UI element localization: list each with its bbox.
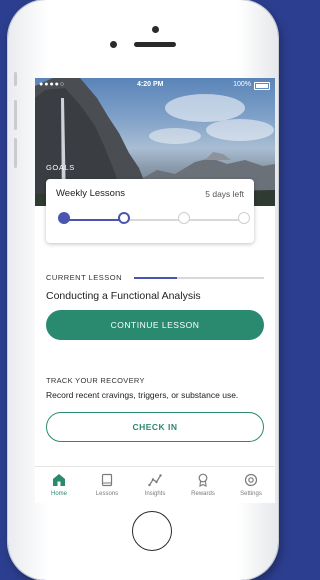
- mute-switch: [14, 72, 17, 86]
- goal-progress-node: [178, 212, 190, 224]
- volume-down-button: [14, 138, 17, 168]
- home-icon: [53, 474, 65, 486]
- lesson-title: Conducting a Functional Analysis: [46, 290, 201, 302]
- signal-strength: ●●●●○: [39, 81, 66, 88]
- award-icon: [198, 473, 208, 487]
- track-recovery-description: Record recent cravings, triggers, or sub…: [46, 390, 239, 400]
- status-bar: ●●●●○ 4:20 PM 100%: [35, 78, 275, 92]
- continue-lesson-button[interactable]: CONTINUE LESSON: [46, 310, 264, 340]
- tab-settings[interactable]: Settings: [227, 467, 275, 503]
- tab-lessons[interactable]: Lessons: [83, 467, 131, 503]
- lesson-progress-bar: [134, 277, 264, 279]
- goal-progress-segment: [64, 219, 124, 221]
- tab-settings-label: Settings: [240, 491, 262, 497]
- lesson-progress-fill: [134, 277, 177, 279]
- volume-up-button: [14, 100, 17, 130]
- battery-percent: 100%: [233, 81, 251, 88]
- bottom-tab-bar: Home Lessons Insights Rewards Settings: [35, 466, 275, 503]
- goal-progress-node: [238, 212, 250, 224]
- goal-progress-node: [118, 212, 130, 224]
- track-recovery-label: TRACK YOUR RECOVERY: [46, 376, 145, 385]
- book-icon: [101, 473, 113, 487]
- phone-frame: ●●●●○ 4:20 PM 100% GOALS Weekly Lessons …: [8, 0, 278, 580]
- chart-icon: [148, 474, 162, 487]
- goal-card-title: Weekly Lessons: [56, 188, 125, 199]
- tab-insights[interactable]: Insights: [131, 467, 179, 503]
- check-in-button[interactable]: CHECK IN: [46, 412, 264, 442]
- front-camera: [110, 41, 117, 48]
- current-lesson-label: CURRENT LESSON: [46, 273, 123, 282]
- goal-progress-node: [58, 212, 70, 224]
- earpiece-dot: [152, 26, 159, 33]
- days-left-text: 5 days left: [205, 189, 244, 199]
- goal-progress-segment: [184, 219, 244, 221]
- tab-lessons-label: Lessons: [95, 491, 119, 497]
- battery-icon: [254, 82, 270, 90]
- tab-rewards-label: Rewards: [191, 491, 215, 497]
- tab-home-label: Home: [50, 491, 67, 497]
- goals-section-label: GOALS: [46, 163, 75, 172]
- earpiece-speaker: [134, 42, 176, 47]
- tab-insights-label: Insights: [144, 491, 166, 497]
- gear-icon: [244, 473, 258, 487]
- tab-home[interactable]: Home: [35, 467, 83, 503]
- home-button[interactable]: [132, 511, 172, 551]
- weekly-lessons-card[interactable]: Weekly Lessons 5 days left: [46, 179, 254, 243]
- status-time: 4:20 PM: [137, 81, 164, 88]
- goal-progress-segment: [124, 219, 184, 221]
- app-screen: ●●●●○ 4:20 PM 100% GOALS Weekly Lessons …: [35, 78, 275, 503]
- tab-rewards[interactable]: Rewards: [179, 467, 227, 503]
